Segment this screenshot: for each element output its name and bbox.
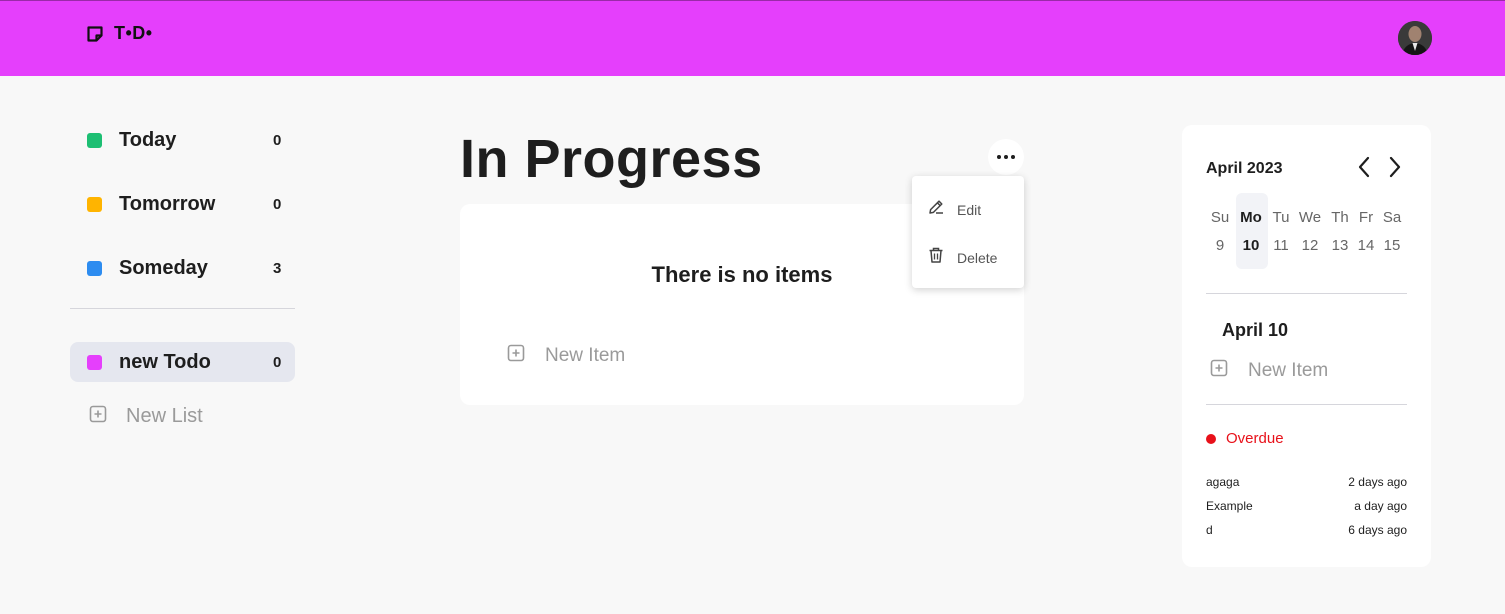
- logo-text: T•D•: [114, 23, 153, 43]
- day-row: 9 10 11 12 13 14 15: [1199, 237, 1419, 265]
- calendar-panel: April 2023 Su Mo Tu We Th Fr Sa 9 10 11 …: [1182, 125, 1431, 567]
- chevron-left-icon: [1358, 156, 1370, 178]
- overdue-item[interactable]: Example a day ago: [1206, 499, 1407, 513]
- page-title: In Progress: [460, 129, 763, 189]
- overdue-dot: [1206, 433, 1216, 444]
- new-list-label: New List: [126, 404, 203, 427]
- weekday-label: Sa: [1382, 209, 1402, 226]
- sidebar-item-count: 3: [273, 259, 282, 277]
- panel-divider: [1206, 404, 1407, 405]
- overdue-item-name: agaga: [1206, 475, 1240, 489]
- menu-item-edit[interactable]: Edit: [927, 198, 981, 221]
- sidebar-item-label: Someday: [119, 256, 208, 279]
- sticky-note-icon: [86, 25, 104, 43]
- overdue-label: Overdue: [1226, 430, 1284, 447]
- calendar-day[interactable]: 12: [1295, 237, 1325, 254]
- calendar-day[interactable]: 11: [1266, 237, 1296, 254]
- sidebar-item-count: 0: [273, 353, 282, 371]
- weekday-label: Mo: [1240, 209, 1262, 226]
- plus-square-icon: [507, 344, 525, 367]
- calendar-day[interactable]: 9: [1205, 237, 1235, 254]
- prev-week-button[interactable]: [1354, 155, 1374, 179]
- avatar[interactable]: [1398, 21, 1432, 55]
- pencil-icon: [927, 198, 945, 221]
- new-item-button[interactable]: New Item: [1210, 359, 1328, 382]
- sidebar-item-label: Today: [119, 128, 177, 151]
- overdue-item[interactable]: d 6 days ago: [1206, 523, 1407, 537]
- more-dot: [1011, 155, 1015, 159]
- color-dot: [87, 196, 102, 212]
- selected-date-label: April 10: [1222, 320, 1289, 340]
- calendar-month-label: April 2023: [1206, 160, 1283, 177]
- logo[interactable]: T•D•: [86, 23, 153, 44]
- overdue-item-name: Example: [1206, 499, 1253, 513]
- week-strip: Su Mo Tu We Th Fr Sa 9 10 11 12 13 14 15: [1199, 209, 1419, 265]
- sidebar-item-tomorrow[interactable]: Tomorrow 0: [70, 184, 295, 224]
- sidebar-item-count: 0: [273, 131, 282, 149]
- sidebar: Today 0 Tomorrow 0 Someday 3 new Todo 0 …: [70, 120, 295, 436]
- plus-square-icon: [1210, 359, 1228, 382]
- more-options-button[interactable]: [988, 139, 1024, 175]
- overdue-item-ago: 2 days ago: [1348, 475, 1407, 489]
- overdue-item-ago: 6 days ago: [1348, 523, 1407, 537]
- color-dot: [87, 132, 102, 148]
- menu-item-label: Edit: [957, 201, 982, 218]
- top-bar: T•D•: [0, 0, 1505, 76]
- weekday-row: Su Mo Tu We Th Fr Sa: [1199, 209, 1419, 237]
- more-dot: [997, 155, 1001, 159]
- panel-divider: [1206, 293, 1407, 294]
- more-dot: [1004, 155, 1008, 159]
- sidebar-divider: [70, 308, 295, 309]
- overdue-item-name: d: [1206, 523, 1213, 537]
- overdue-item-ago: a day ago: [1354, 499, 1407, 513]
- sidebar-item-someday[interactable]: Someday 3: [70, 248, 295, 288]
- sidebar-item-today[interactable]: Today 0: [70, 120, 295, 160]
- new-list-button[interactable]: New List: [70, 396, 295, 436]
- plus-square-icon: [89, 405, 107, 428]
- sidebar-item-label: Tomorrow: [119, 192, 216, 215]
- calendar-day-selected[interactable]: 10: [1236, 237, 1266, 254]
- weekday-label: Su: [1210, 209, 1230, 226]
- sidebar-list-new-todo[interactable]: new Todo 0: [70, 342, 295, 382]
- color-dot: [87, 354, 102, 370]
- weekday-label: We: [1298, 209, 1322, 226]
- weekday-label: Tu: [1272, 209, 1290, 226]
- trash-icon: [927, 246, 945, 269]
- calendar-day[interactable]: 15: [1377, 237, 1407, 254]
- overdue-item[interactable]: agaga 2 days ago: [1206, 475, 1407, 489]
- sidebar-item-label: new Todo: [119, 350, 211, 373]
- color-dot: [87, 260, 102, 276]
- chevron-right-icon: [1389, 156, 1401, 178]
- new-item-label: New Item: [1248, 359, 1329, 381]
- new-item-button[interactable]: New Item: [507, 344, 625, 367]
- new-item-label: New Item: [545, 344, 626, 366]
- menu-item-delete[interactable]: Delete: [927, 246, 997, 269]
- sidebar-item-count: 0: [273, 195, 282, 213]
- next-week-button[interactable]: [1385, 155, 1405, 179]
- overdue-header: Overdue: [1206, 430, 1284, 447]
- list-options-menu: Edit Delete: [912, 176, 1024, 288]
- menu-item-label: Delete: [957, 249, 998, 266]
